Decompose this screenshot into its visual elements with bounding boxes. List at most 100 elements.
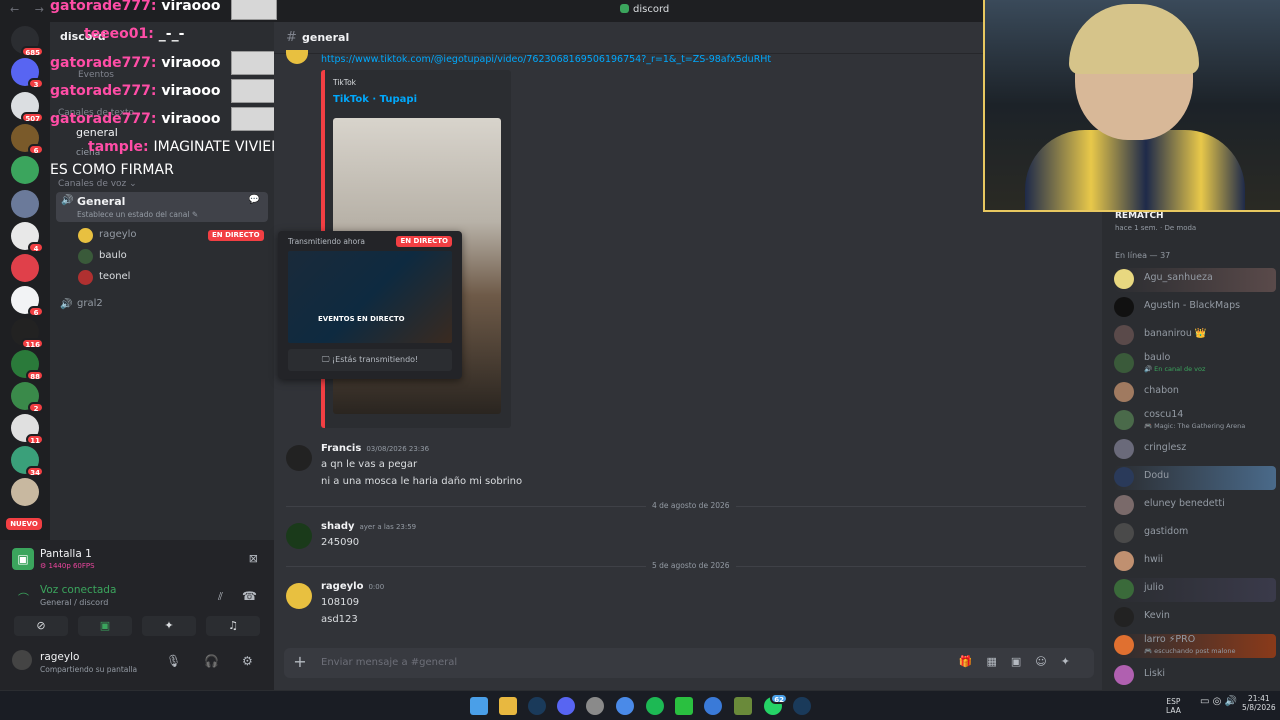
taskbar: 62 ESP LAA ▭ ◎ 🔊 21:41 5/8/2026 [0, 690, 1280, 720]
server-icon-12[interactable]: 34 [11, 446, 44, 477]
system-tray-icons[interactable]: ▭ ◎ 🔊 [1200, 697, 1237, 707]
server-icon-7[interactable]: 6 [11, 286, 44, 317]
message-author[interactable]: rageylo 0:00 [321, 581, 384, 592]
message-composer[interactable]: + Enviar mensaje a #general 🎁▦▣☺✦ [284, 648, 1094, 678]
stream-card[interactable]: ▣ Pantalla 1 ⚙ 1440p 60FPS ⊠ [8, 544, 266, 578]
microphone-icon[interactable]: 🎙 [166, 654, 181, 668]
server-icon-8[interactable]: 116 [11, 318, 44, 349]
server-icon-6[interactable] [11, 254, 39, 282]
member-item[interactable]: gastidom [1114, 522, 1276, 546]
author-name: shady [321, 521, 355, 532]
minecraft-icon[interactable] [734, 697, 752, 715]
overlay-chat-line: gatorade777: viraooo [50, 55, 221, 71]
voice-connected-label[interactable]: Voz conectada [40, 584, 116, 596]
member-item[interactable]: julio [1114, 578, 1276, 602]
steam-icon-2[interactable] [793, 697, 811, 715]
discord-home-icon[interactable]: 3 [11, 58, 44, 89]
noise-suppression-icon[interactable]: ⫽ [218, 590, 223, 604]
settings-gear-icon[interactable]: ⚙ [242, 654, 253, 668]
chrome-icon[interactable] [616, 697, 634, 715]
embed-title[interactable]: TikTok · Tupapi [333, 94, 417, 105]
server-icon-1[interactable]: 507 [11, 92, 44, 123]
member-item[interactable]: larro ⚡PRO 🎮 escuchando post malone [1114, 634, 1276, 658]
steam-icon[interactable] [528, 697, 546, 715]
stop-stream-icon[interactable]: ⊠ [249, 552, 258, 565]
message-author[interactable]: Francis 03/08/2026 23:36 [321, 443, 429, 454]
voice-category[interactable]: Canales de voz ⌄ [58, 179, 137, 189]
member-item[interactable]: bananirou 👑 [1114, 324, 1276, 348]
member-item[interactable]: coscu14 🎮 Magic: The Gathering Arena [1114, 409, 1276, 433]
headphones-icon[interactable]: 🎧 [204, 654, 219, 668]
server-icon-10[interactable]: 2 [11, 382, 44, 413]
avatar [1114, 551, 1134, 571]
server-icon-3[interactable] [11, 156, 39, 184]
events-link[interactable]: Eventos [78, 70, 114, 80]
member-item[interactable]: cringlesz [1114, 438, 1276, 462]
member-item[interactable]: Agu_sanhueza [1114, 268, 1276, 292]
avatar[interactable] [286, 583, 312, 609]
stream-preview[interactable]: EVENTOS EN DIRECTO [288, 251, 452, 343]
server-icon-2[interactable]: 6 [11, 124, 44, 155]
server-icon-13[interactable] [11, 478, 39, 506]
member-name: baulo [1144, 352, 1171, 363]
chat-bubble-icon[interactable]: 💬 [249, 195, 260, 205]
member-item[interactable]: Kevin [1114, 606, 1276, 630]
member-item[interactable]: chabon [1114, 381, 1276, 405]
member-item[interactable]: Dodu [1114, 466, 1276, 490]
tiktok-link[interactable]: https://www.tiktok.com/@iegotupapi/video… [321, 54, 771, 65]
server-icon-9[interactable]: 88 [11, 350, 44, 381]
chat-header: # general [274, 22, 1102, 54]
voice-location[interactable]: General / discord [40, 598, 108, 607]
voice-user-baulo[interactable]: baulo [78, 248, 268, 266]
kick-icon[interactable] [675, 697, 693, 715]
clock[interactable]: 21:41 5/8/2026 [1242, 694, 1276, 712]
discord-taskbar-icon[interactable] [557, 697, 575, 715]
voice-user-name: teonel [99, 271, 131, 282]
member-item[interactable]: eluney benedetti [1114, 494, 1276, 518]
dm-icon[interactable]: 685 [11, 26, 44, 57]
composer-tools-icons[interactable]: 🎁▦▣☺✦ [959, 655, 1084, 668]
member-item[interactable]: Agustin - BlackMaps [1114, 296, 1276, 320]
member-item[interactable]: hwii [1114, 550, 1276, 574]
server-icon-5[interactable]: 4 [11, 222, 44, 253]
new-badge[interactable]: NUEVO [6, 518, 42, 530]
windows-start-icon[interactable] [470, 697, 488, 715]
server-icon-11[interactable]: 11 [11, 414, 44, 445]
stream-quality[interactable]: ⚙ 1440p 60FPS [40, 562, 95, 570]
server-icon-4[interactable] [11, 190, 39, 218]
voice-user-rageylo[interactable]: rageylo EN DIRECTO [78, 227, 268, 245]
streaming-status[interactable]: 🖵 ¡Estás transmitiendo! [288, 349, 452, 371]
voice-channel-gral2[interactable]: gral2 [77, 298, 103, 309]
soundboard-button[interactable]: ♫ [206, 616, 260, 636]
add-attachment-icon[interactable]: + [292, 654, 308, 670]
nav-arrows[interactable]: ← → [10, 3, 50, 16]
voice-channel-general[interactable]: 🔊 General Establece un estado del canal … [56, 192, 268, 222]
avatar[interactable] [286, 523, 312, 549]
obs-icon[interactable] [586, 697, 604, 715]
camera-off-button[interactable]: ⊘ [14, 616, 68, 636]
ccleaner-icon[interactable] [704, 697, 722, 715]
activity-title[interactable]: REMATCH [1115, 211, 1164, 221]
voice-channel-status[interactable]: Establece un estado del canal ✎ [77, 210, 198, 219]
language-indicator[interactable]: ESP LAA [1166, 697, 1181, 715]
spotify-icon[interactable] [646, 697, 664, 715]
composer-placeholder[interactable]: Enviar mensaje a #general [321, 657, 457, 668]
channel-general[interactable]: general [76, 126, 118, 139]
signal-icon[interactable]: ⌒ [18, 590, 29, 606]
member-name: hwii [1144, 554, 1164, 565]
file-explorer-icon[interactable] [499, 697, 517, 715]
disconnect-icon[interactable]: ☎ [242, 589, 257, 603]
activities-button[interactable]: ✦ [142, 616, 196, 636]
app-icon [620, 4, 629, 13]
voice-user-teonel[interactable]: teonel [78, 269, 268, 287]
avatar[interactable] [286, 445, 312, 471]
member-item[interactable]: baulo 🔊 En canal de voz [1114, 352, 1276, 376]
current-username: rageylo [40, 651, 80, 663]
member-item[interactable]: Liski [1114, 664, 1276, 688]
avatar[interactable] [286, 50, 308, 64]
timestamp: 0:00 [368, 583, 385, 591]
whatsapp-icon[interactable]: 62 [764, 693, 788, 715]
message-author[interactable]: shady ayer a las 23:59 [321, 521, 416, 532]
screen-share-button[interactable]: ▣ [78, 616, 132, 636]
author-name: Francis [321, 443, 362, 454]
